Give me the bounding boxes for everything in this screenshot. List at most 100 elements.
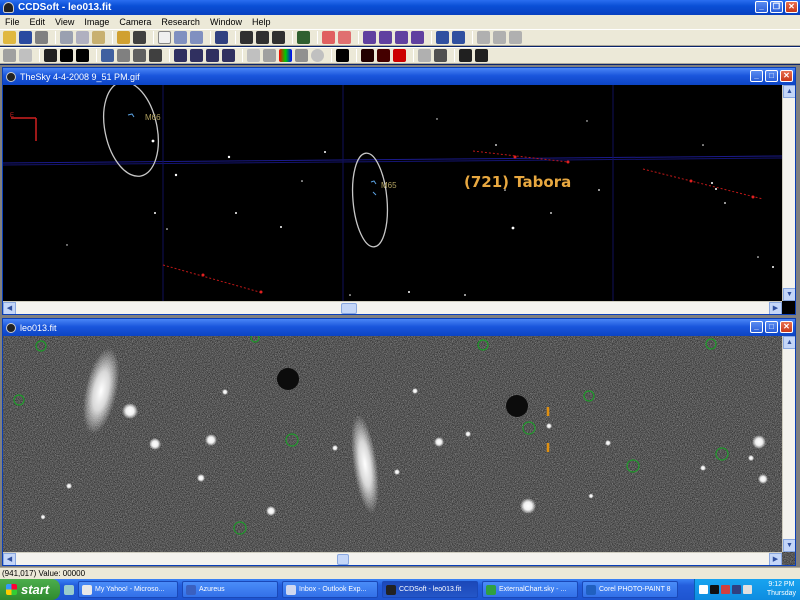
photometry-icon[interactable] bbox=[459, 49, 472, 62]
expand-icon[interactable] bbox=[452, 31, 465, 44]
image-scroll-down-arrow[interactable]: ▼ bbox=[783, 539, 795, 552]
solve-icon[interactable] bbox=[418, 49, 431, 62]
tray-app-icon[interactable] bbox=[710, 585, 719, 594]
sky-close-button[interactable]: ✕ bbox=[780, 70, 793, 82]
sky-chart-window[interactable]: TheSky 4-4-2008 9_51 PM.gif _ □ ✕ E M66 … bbox=[2, 67, 796, 315]
sky-horizontal-scrollbar[interactable]: ◀ ▶ bbox=[3, 301, 782, 314]
open-icon[interactable] bbox=[3, 31, 16, 44]
taskbar-item-outlook[interactable]: Inbox - Outlook Exp... bbox=[282, 581, 378, 598]
sky-scroll-right-arrow[interactable]: ▶ bbox=[769, 302, 782, 314]
stars-icon[interactable] bbox=[44, 49, 57, 62]
fits-image-view[interactable]: ▲ ▼ ◀ ▶ bbox=[3, 336, 795, 565]
help-icon[interactable] bbox=[133, 31, 146, 44]
hand-icon[interactable] bbox=[509, 31, 522, 44]
contrast-icon[interactable] bbox=[19, 49, 32, 62]
dark-icon[interactable] bbox=[247, 49, 260, 62]
image-close-button[interactable]: ✕ bbox=[780, 321, 793, 333]
sky-minimize-button[interactable]: _ bbox=[750, 70, 763, 82]
settings-icon[interactable] bbox=[117, 31, 130, 44]
image-scroll-right-arrow[interactable]: ▶ bbox=[769, 553, 782, 565]
ccdsoft-app-icon[interactable] bbox=[3, 2, 14, 13]
save-icon[interactable] bbox=[19, 31, 32, 44]
combine-icon[interactable] bbox=[190, 49, 203, 62]
sky-scroll-thumb[interactable] bbox=[341, 303, 357, 314]
tray-chevron-icon[interactable] bbox=[699, 585, 708, 594]
sound-icon[interactable] bbox=[493, 31, 506, 44]
menu-help[interactable]: Help bbox=[247, 17, 276, 27]
fits-image-window[interactable]: leo013.fit _ □ ✕ ▲ ▼ ◀ ▶ bbox=[2, 318, 796, 566]
pointer-icon[interactable] bbox=[158, 31, 171, 44]
grid-icon[interactable] bbox=[215, 31, 228, 44]
tag-icon[interactable] bbox=[322, 31, 335, 44]
focus-icon[interactable] bbox=[393, 49, 406, 62]
taskbar-clock[interactable]: 9:12 PM Thursday bbox=[767, 580, 796, 598]
close-button[interactable]: ✕ bbox=[785, 1, 798, 13]
sky-maximize-button[interactable]: □ bbox=[765, 70, 778, 82]
brightness-icon[interactable] bbox=[3, 49, 16, 62]
stop-icon[interactable] bbox=[256, 31, 269, 44]
sky-scroll-up-arrow[interactable]: ▲ bbox=[783, 85, 795, 98]
image-scroll-thumb[interactable] bbox=[337, 554, 349, 565]
sky-scroll-down-arrow[interactable]: ▼ bbox=[783, 288, 795, 301]
untag-icon[interactable] bbox=[338, 31, 351, 44]
restore-button[interactable]: ❐ bbox=[770, 1, 783, 13]
sky-scroll-left-arrow[interactable]: ◀ bbox=[3, 302, 16, 314]
sharpen-icon[interactable] bbox=[336, 49, 349, 62]
image-vertical-scrollbar[interactable]: ▲ ▼ bbox=[782, 336, 795, 552]
arrow-up-icon[interactable] bbox=[363, 31, 376, 44]
levels-icon[interactable] bbox=[295, 49, 308, 62]
sky-window-title-bar[interactable]: TheSky 4-4-2008 9_51 PM.gif _ □ ✕ bbox=[3, 68, 795, 85]
flat-icon[interactable] bbox=[263, 49, 276, 62]
copy-icon[interactable] bbox=[76, 31, 89, 44]
color-icon[interactable] bbox=[279, 49, 292, 62]
taskbar-item-azureus[interactable]: Azureus bbox=[182, 581, 278, 598]
arrow-down-icon[interactable] bbox=[379, 31, 392, 44]
astrometry-icon[interactable] bbox=[434, 49, 447, 62]
menu-camera[interactable]: Camera bbox=[114, 17, 156, 27]
image-maximize-button[interactable]: □ bbox=[765, 321, 778, 333]
taskbar-item-ccdsoft[interactable]: CCDSoft - leo013.fit bbox=[382, 581, 478, 598]
align-icon[interactable] bbox=[174, 49, 187, 62]
taskbar-item-corel[interactable]: Corel PHOTO-PAINT 8 bbox=[582, 581, 678, 598]
tray-network-icon[interactable] bbox=[732, 585, 741, 594]
negative-icon[interactable] bbox=[76, 49, 89, 62]
link-icon[interactable] bbox=[475, 49, 488, 62]
quick-launch-icon[interactable] bbox=[64, 584, 74, 595]
menu-image[interactable]: Image bbox=[79, 17, 114, 27]
paste-icon[interactable] bbox=[92, 31, 105, 44]
filter-icon[interactable] bbox=[297, 31, 310, 44]
taskbar-item-externalchart[interactable]: ExternalChart.sky - ... bbox=[482, 581, 578, 598]
sky-window-icon[interactable] bbox=[6, 71, 16, 82]
arrow-right-icon[interactable] bbox=[411, 31, 424, 44]
film-icon[interactable] bbox=[377, 49, 390, 62]
measure-icon[interactable] bbox=[477, 31, 490, 44]
menu-window[interactable]: Window bbox=[205, 17, 247, 27]
menu-edit[interactable]: Edit bbox=[25, 17, 51, 27]
tray-volume-icon[interactable] bbox=[743, 585, 752, 594]
tray-security-icon[interactable] bbox=[721, 585, 730, 594]
image-scroll-up-arrow[interactable]: ▲ bbox=[783, 336, 795, 349]
zoom-out-icon[interactable] bbox=[190, 31, 203, 44]
record-icon[interactable] bbox=[361, 49, 374, 62]
invert-icon[interactable] bbox=[60, 49, 73, 62]
start-button[interactable]: start bbox=[0, 579, 60, 600]
menu-file[interactable]: File bbox=[0, 17, 25, 27]
zoom-in-icon[interactable] bbox=[174, 31, 187, 44]
taskbar-item-yahoo[interactable]: My Yahoo! - Microso... bbox=[78, 581, 178, 598]
sky-chart-view[interactable]: E M66 M65 (721) Tabora ▲ ▼ ◀ ▶ bbox=[3, 85, 795, 314]
image-window-icon[interactable] bbox=[6, 322, 16, 333]
prev-icon[interactable] bbox=[240, 31, 253, 44]
minimize-button[interactable]: _ bbox=[755, 1, 768, 13]
flip-icon[interactable] bbox=[149, 49, 162, 62]
image-scroll-left-arrow[interactable]: ◀ bbox=[3, 553, 16, 565]
next-icon[interactable] bbox=[272, 31, 285, 44]
arrow-left-icon[interactable] bbox=[395, 31, 408, 44]
menu-view[interactable]: View bbox=[50, 17, 79, 27]
menu-research[interactable]: Research bbox=[156, 17, 205, 27]
rotate-icon[interactable] bbox=[133, 49, 146, 62]
mask-icon[interactable] bbox=[311, 49, 324, 62]
stack-icon[interactable] bbox=[206, 49, 219, 62]
fit-icon[interactable] bbox=[436, 31, 449, 44]
histogram-icon[interactable] bbox=[101, 49, 114, 62]
image-minimize-button[interactable]: _ bbox=[750, 321, 763, 333]
